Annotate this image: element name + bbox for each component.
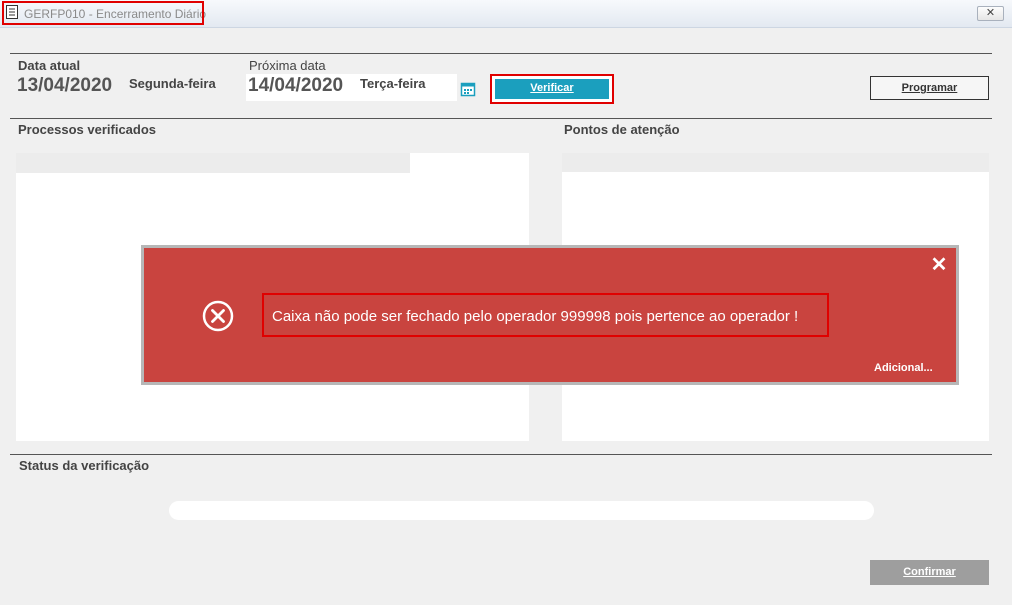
window-close-button[interactable]: ✕	[977, 6, 1004, 21]
additional-info-link[interactable]: Adicional...	[874, 362, 933, 374]
current-weekday: Segunda-feira	[129, 76, 216, 91]
schedule-button[interactable]: Programar	[870, 76, 989, 100]
error-message: Caixa não pode ser fechado pelo operador…	[272, 308, 799, 325]
calendar-icon[interactable]	[460, 81, 476, 97]
dialog-close-icon[interactable]: ✕	[930, 255, 948, 275]
current-date-value: 13/04/2020	[17, 75, 113, 96]
status-heading: Status da verificação	[19, 458, 150, 473]
separator-status	[10, 454, 992, 455]
attention-heading: Pontos de atenção	[564, 122, 680, 137]
confirm-button[interactable]: Confirmar	[870, 560, 989, 585]
processes-list-header	[16, 153, 410, 173]
separator-top	[10, 53, 992, 54]
error-x-icon	[202, 300, 234, 332]
attention-list-header	[562, 153, 989, 172]
separator-middle	[10, 118, 992, 119]
next-date-label: Próxima data	[249, 58, 326, 73]
title-highlight	[2, 1, 204, 25]
next-date-value[interactable]: 14/04/2020	[248, 75, 343, 97]
verification-progress-bar	[169, 501, 874, 520]
verify-button[interactable]: Verificar	[490, 74, 614, 104]
next-weekday: Terça-feira	[360, 76, 426, 91]
processes-heading: Processos verificados	[18, 122, 157, 137]
verify-button-label[interactable]: Verificar	[495, 79, 609, 99]
current-date-label: Data atual	[18, 58, 81, 73]
